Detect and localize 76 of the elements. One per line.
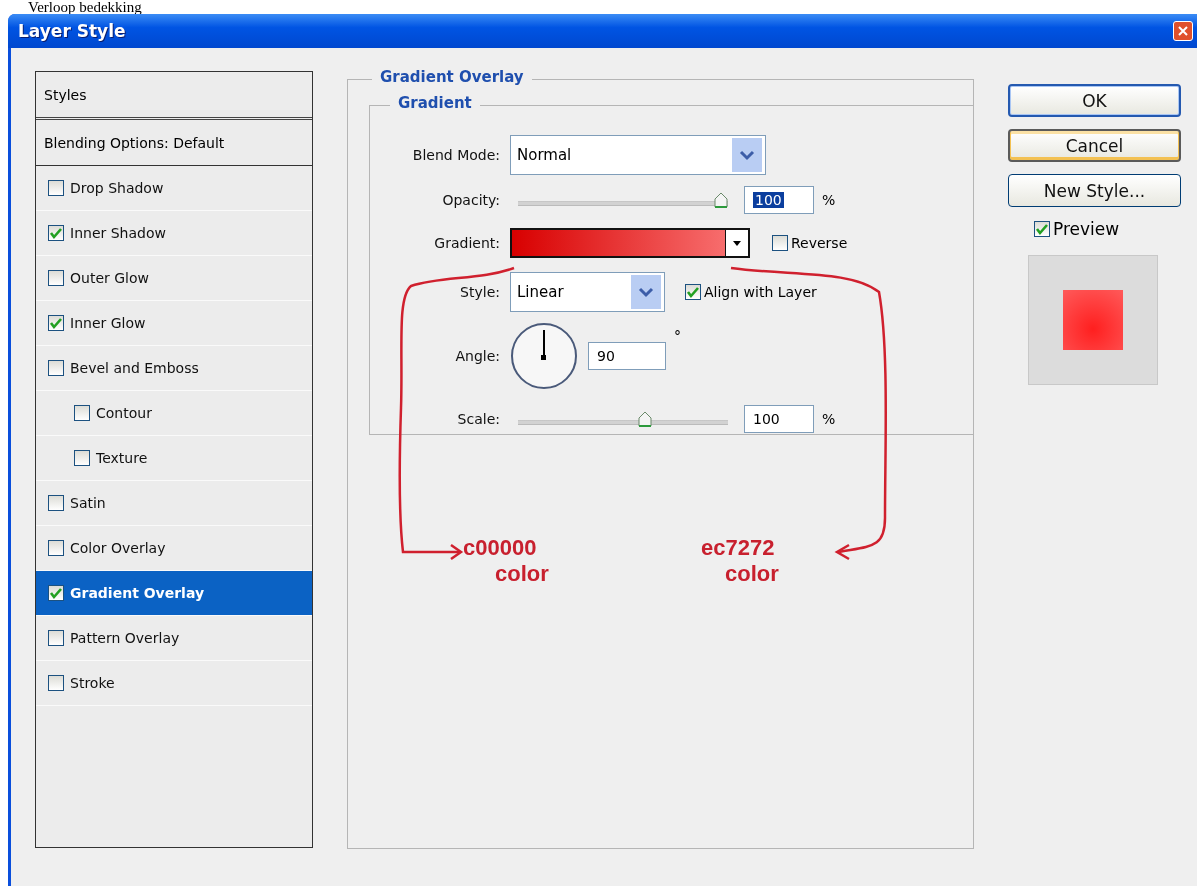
- field-label: Style:: [459, 284, 500, 300]
- field-label: Opacity:: [441, 192, 500, 208]
- item-label: Color Overlay: [70, 540, 166, 556]
- unit-label: %: [822, 411, 836, 427]
- dialog-button[interactable]: New Style...: [1008, 174, 1181, 207]
- slider-thumb[interactable]: [637, 411, 652, 427]
- checkbox[interactable]: [74, 450, 90, 466]
- dialog-button[interactable]: Cancel: [1008, 129, 1181, 162]
- unit-label: °: [674, 328, 681, 344]
- chevron-icon[interactable]: [732, 138, 762, 172]
- scale-field[interactable]: 100: [744, 405, 814, 433]
- item-label: Inner Shadow: [70, 225, 166, 241]
- item-label: Satin: [70, 495, 106, 511]
- dialog-button[interactable]: OK: [1008, 84, 1181, 117]
- list-item[interactable]: Inner Glow: [36, 301, 312, 346]
- item-label: Contour: [96, 405, 152, 421]
- checkbox[interactable]: [685, 284, 701, 300]
- checkbox[interactable]: [48, 495, 64, 511]
- checkbox[interactable]: [1034, 221, 1050, 237]
- slider-thumb[interactable]: [714, 192, 728, 208]
- checkbox[interactable]: [48, 180, 64, 196]
- caret-icon[interactable]: [725, 230, 748, 256]
- item-label: Texture: [96, 450, 148, 466]
- list-item[interactable]: Satin: [36, 481, 312, 526]
- list-item[interactable]: Gradient Overlay: [36, 571, 312, 616]
- field-label: Angle:: [454, 348, 500, 364]
- list-header: Styles: [36, 72, 312, 120]
- checkbox-label: Align with Layer: [704, 284, 817, 300]
- list-item[interactable]: Texture: [36, 436, 312, 481]
- checkbox[interactable]: [74, 405, 90, 421]
- item-label: Outer Glow: [70, 270, 149, 286]
- checkbox[interactable]: [48, 360, 64, 376]
- list-item[interactable]: Stroke: [36, 661, 312, 706]
- checkbox[interactable]: [48, 675, 64, 691]
- list-item[interactable]: Blending Options: Default: [36, 120, 312, 166]
- list-item[interactable]: Inner Shadow: [36, 211, 312, 256]
- field-label: Blend Mode:: [411, 147, 500, 163]
- annotation-text: color: [495, 562, 549, 586]
- window-title: Layer Style: [18, 21, 126, 41]
- list-item[interactable]: Outer Glow: [36, 256, 312, 301]
- item-label: Pattern Overlay: [70, 630, 180, 646]
- checkbox[interactable]: [48, 630, 64, 646]
- preview-square: [1063, 290, 1123, 350]
- item-label: Drop Shadow: [70, 180, 164, 196]
- style-dropdown[interactable]: Linear: [510, 272, 665, 312]
- blend-mode-dropdown[interactable]: Normal: [510, 135, 766, 175]
- checkbox[interactable]: [48, 540, 64, 556]
- item-label: Stroke: [70, 675, 115, 691]
- close-icon[interactable]: [1173, 21, 1193, 41]
- checkbox[interactable]: [48, 315, 64, 331]
- checkbox[interactable]: [48, 270, 64, 286]
- annotation-text: c00000: [463, 536, 537, 560]
- checkbox[interactable]: [48, 225, 64, 241]
- gradient-picker[interactable]: [510, 228, 750, 258]
- annotation-text: ec7272: [701, 536, 775, 560]
- item-label: Gradient Overlay: [70, 585, 205, 601]
- checkbox[interactable]: [48, 585, 64, 601]
- item-label: Bevel and Emboss: [70, 360, 199, 376]
- caption-text: Verloop bedekking: [27, 0, 142, 14]
- chevron-icon[interactable]: [631, 275, 661, 309]
- angle-field[interactable]: 90: [588, 342, 666, 370]
- checkbox-label: Reverse: [791, 235, 848, 251]
- field-label: Scale:: [456, 411, 500, 427]
- list-item[interactable]: Bevel and Emboss: [36, 346, 312, 391]
- annotation-text: color: [725, 562, 779, 586]
- section-title: Gradient Overlay: [372, 68, 532, 86]
- item-label: Inner Glow: [70, 315, 146, 331]
- checkbox[interactable]: [772, 235, 788, 251]
- checkbox-label: Preview: [1053, 219, 1120, 239]
- list-item[interactable]: Drop Shadow: [36, 166, 312, 211]
- list-item[interactable]: Contour: [36, 391, 312, 436]
- angle-dial[interactable]: [510, 322, 578, 390]
- list-item[interactable]: Pattern Overlay: [36, 616, 312, 661]
- unit-label: %: [822, 192, 836, 208]
- field-label: Gradient:: [433, 235, 500, 251]
- opacity-field[interactable]: 100: [744, 186, 814, 214]
